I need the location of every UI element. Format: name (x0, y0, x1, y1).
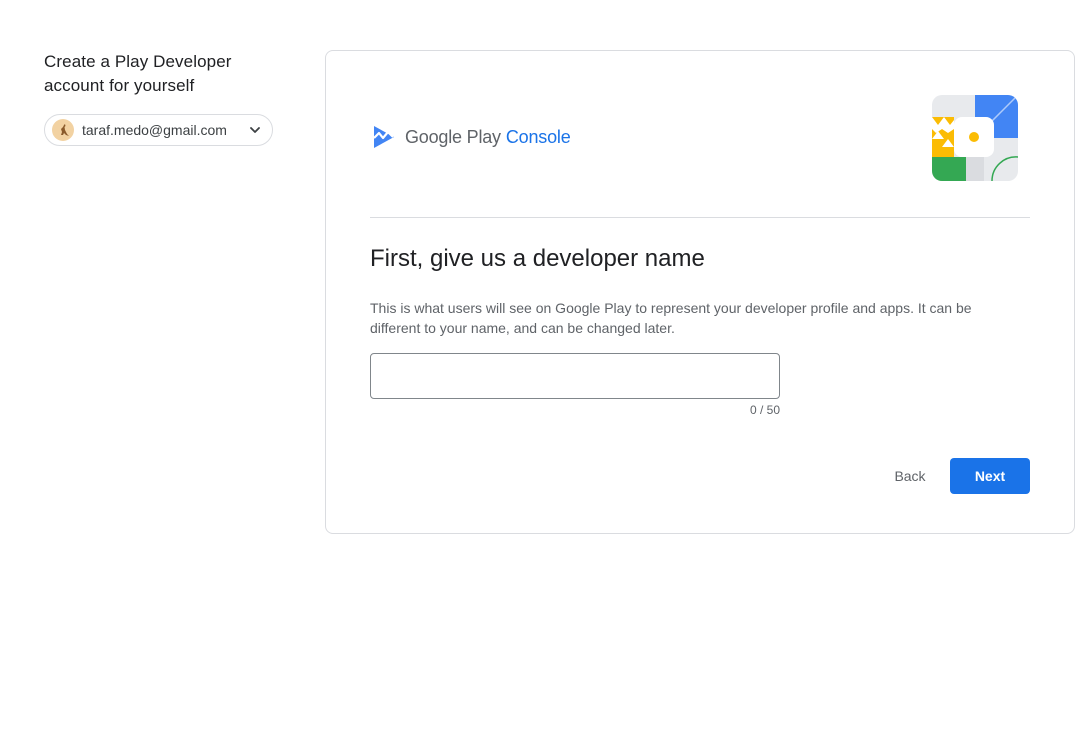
next-button[interactable]: Next (950, 458, 1030, 494)
play-console-brand: Google Play Console (372, 123, 571, 151)
chevron-down-icon (250, 127, 260, 133)
account-email: taraf.medo@gmail.com (82, 122, 227, 138)
avatar (52, 119, 74, 141)
form-description: This is what users will see on Google Pl… (370, 300, 972, 336)
brand-text: Google Play Console (405, 127, 571, 148)
account-switcher[interactable]: taraf.medo@gmail.com (44, 114, 273, 146)
developer-name-card: Google Play Console First, give us a deve… (325, 50, 1075, 534)
character-counter: 0 / 50 (749, 403, 780, 417)
play-console-illustration (932, 95, 1018, 181)
header-divider (370, 217, 1030, 218)
back-button[interactable]: Back (882, 458, 938, 494)
kangaroo-avatar-icon (61, 124, 69, 136)
play-console-logo-icon (373, 126, 394, 148)
brand-google-play: Google Play (405, 126, 501, 147)
page-title: Create a Play Developer account for your… (44, 50, 284, 98)
form-heading: First, give us a developer name (370, 245, 705, 272)
brand-console: Console (505, 126, 571, 147)
developer-name-input[interactable] (370, 353, 780, 399)
page-title-line-1: Create a Play Developer (44, 52, 232, 71)
sidebar: Create a Play Developer account for your… (44, 50, 284, 146)
page-title-line-2: account for yourself (44, 76, 195, 95)
